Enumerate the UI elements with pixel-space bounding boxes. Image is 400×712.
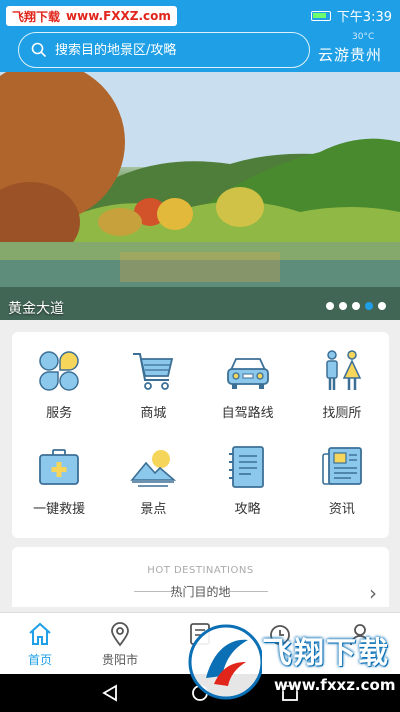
toilet-icon: [326, 350, 362, 390]
battery-icon: [310, 10, 331, 21]
back-icon[interactable]: [100, 684, 120, 702]
app-header: 30°C 云游贵州: [0, 30, 400, 72]
nav-city[interactable]: 贵阳市: [80, 613, 160, 674]
grid-label: 攻略: [234, 502, 261, 517]
grid-label: 一键救援: [33, 502, 86, 517]
grid-item-scenic[interactable]: 景点: [106, 442, 200, 538]
hot-destinations-en: HOT DESTINATIONS: [147, 565, 254, 576]
status-time: 下午3:39: [336, 10, 392, 25]
watermark-badge: 飞翔下载 www.FXXZ.com: [6, 6, 177, 26]
grid-label: 服务: [46, 406, 73, 421]
car-icon: [226, 358, 269, 389]
grid-label: 商城: [140, 406, 167, 421]
weather-temperature: 30°C: [352, 32, 375, 42]
nav-home[interactable]: 首页: [0, 613, 80, 674]
carousel-dot-active[interactable]: [365, 302, 373, 310]
chevron-right-icon[interactable]: ›: [369, 581, 377, 605]
cart-icon: [133, 353, 174, 390]
grid-item-guide[interactable]: 攻略: [201, 442, 295, 538]
grid-item-rescue[interactable]: 一键救援: [12, 442, 106, 538]
feature-grid: 服务 商城 自驾路线 找厕所 一键救援 景点 攻略 资讯: [12, 332, 389, 538]
watermark-overlay: 飞翔下载 www.fxxz.com: [188, 618, 396, 708]
weather-city[interactable]: 云游贵州: [318, 44, 382, 65]
watermark-logo-icon: [188, 624, 262, 700]
grid-item-news[interactable]: 资讯: [295, 442, 389, 538]
newspaper-icon: [322, 447, 362, 485]
grid-label: 自驾路线: [221, 406, 274, 421]
watermark-url: www.FXXZ.com: [66, 9, 171, 23]
carousel-dot[interactable]: [339, 302, 347, 310]
divider: [230, 591, 268, 592]
landscape-icon: [130, 450, 177, 487]
grid-label: 找厕所: [322, 406, 362, 421]
carousel-dot[interactable]: [378, 302, 386, 310]
banner-caption: 黄金大道: [8, 301, 64, 317]
carousel-dot[interactable]: [352, 302, 360, 310]
nav-label: 首页: [27, 653, 52, 667]
hot-destinations-card[interactable]: HOT DESTINATIONS 热门目的地 ›: [12, 547, 389, 607]
watermark-url: www.fxxz.com: [274, 676, 396, 694]
home-icon: [29, 622, 51, 645]
banner-image: [0, 72, 400, 320]
first-aid-icon: [39, 449, 80, 485]
grid-item-mall[interactable]: 商城: [106, 346, 200, 442]
carousel-dot[interactable]: [326, 302, 334, 310]
search-input[interactable]: [55, 42, 285, 58]
service-icon: [39, 351, 79, 391]
carousel-dots[interactable]: [326, 302, 386, 310]
hot-destinations-title: 热门目的地: [170, 585, 231, 599]
nav-label: 贵阳市: [101, 653, 138, 667]
search-icon: [31, 42, 47, 58]
search-bar[interactable]: [18, 32, 310, 68]
grid-item-self-drive[interactable]: 自驾路线: [201, 346, 295, 442]
grid-item-toilet[interactable]: 找厕所: [295, 346, 389, 442]
grid-item-service[interactable]: 服务: [12, 346, 106, 442]
notebook-icon: [228, 446, 264, 488]
watermark-title: 飞翔下载: [262, 636, 390, 671]
grid-label: 资讯: [328, 502, 355, 517]
location-icon: [111, 622, 129, 647]
banner-carousel[interactable]: 黄金大道: [0, 72, 400, 320]
status-bar: 飞翔下载 www.FXXZ.com 下午3:39: [0, 0, 400, 30]
grid-label: 景点: [140, 502, 167, 517]
watermark-brand: 飞翔下载: [12, 9, 61, 24]
status-right: 下午3:39: [310, 6, 392, 25]
feature-grid-card: 服务 商城 自驾路线 找厕所 一键救援 景点 攻略 资讯: [12, 332, 389, 538]
